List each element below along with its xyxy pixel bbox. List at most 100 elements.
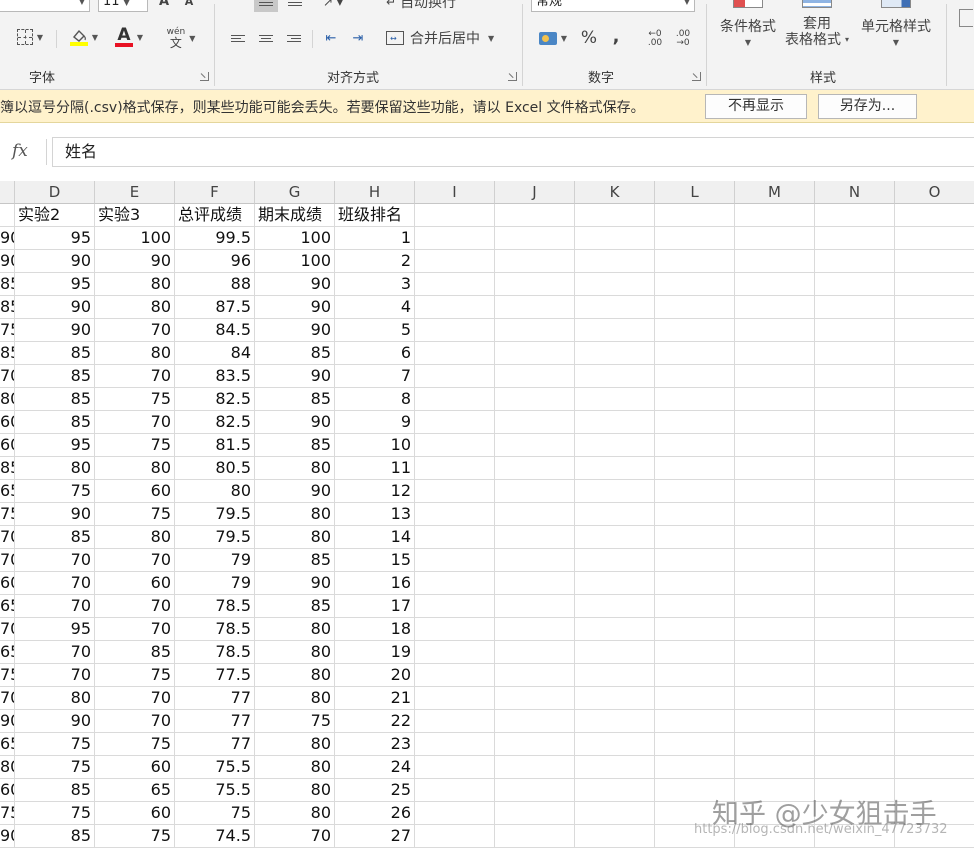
table-cell[interactable] — [655, 641, 735, 664]
table-cell[interactable]: 80 — [255, 687, 335, 710]
table-cell[interactable] — [815, 434, 895, 457]
table-cell[interactable] — [575, 227, 655, 250]
table-cell[interactable]: 75 — [15, 756, 95, 779]
table-cell[interactable] — [815, 480, 895, 503]
table-cell[interactable] — [495, 825, 575, 848]
table-cell[interactable] — [735, 434, 815, 457]
table-cell[interactable]: 90 — [255, 319, 335, 342]
table-cell[interactable]: 90 — [255, 411, 335, 434]
decrease-indent-button[interactable]: ⇤ — [320, 28, 342, 48]
table-cell[interactable] — [735, 480, 815, 503]
alignment-dialog-launcher-icon[interactable] — [508, 72, 517, 81]
table-cell[interactable]: 3 — [335, 273, 415, 296]
table-cell[interactable] — [895, 480, 974, 503]
table-cell[interactable] — [655, 434, 735, 457]
table-cell[interactable] — [895, 319, 974, 342]
table-cell[interactable]: 19 — [335, 641, 415, 664]
table-cell[interactable]: 80 — [95, 342, 175, 365]
header-cell[interactable]: 总评成绩 — [175, 204, 255, 227]
table-cell[interactable]: 77.5 — [175, 664, 255, 687]
table-cell[interactable]: 79 — [175, 549, 255, 572]
cell-partial[interactable] — [0, 204, 15, 227]
table-cell[interactable]: 85 — [255, 595, 335, 618]
table-cell[interactable]: 78.5 — [175, 595, 255, 618]
table-cell[interactable] — [495, 549, 575, 572]
table-cell[interactable]: 90 — [15, 296, 95, 319]
table-cell[interactable]: 7 — [335, 365, 415, 388]
cell-partial[interactable]: 90 — [0, 227, 15, 250]
table-cell[interactable]: 90 — [15, 710, 95, 733]
table-cell[interactable] — [895, 756, 974, 779]
table-cell[interactable] — [495, 595, 575, 618]
table-cell[interactable] — [495, 388, 575, 411]
cell-partial[interactable]: 85 — [0, 342, 15, 365]
table-cell[interactable] — [655, 457, 735, 480]
font-shrink-button[interactable]: A — [181, 0, 197, 8]
table-cell[interactable] — [575, 825, 655, 848]
table-cell[interactable]: 70 — [95, 710, 175, 733]
header-cell[interactable] — [575, 204, 655, 227]
table-cell[interactable]: 75 — [95, 664, 175, 687]
table-cell[interactable]: 85 — [255, 549, 335, 572]
table-cell[interactable] — [415, 480, 495, 503]
table-cell[interactable]: 80 — [255, 526, 335, 549]
table-cell[interactable] — [735, 296, 815, 319]
accounting-format-button[interactable]: ▼ — [534, 28, 572, 48]
table-cell[interactable] — [495, 664, 575, 687]
table-cell[interactable]: 85 — [15, 388, 95, 411]
cell-partial[interactable]: 65 — [0, 480, 15, 503]
table-cell[interactable] — [415, 595, 495, 618]
table-cell[interactable] — [415, 227, 495, 250]
table-cell[interactable] — [815, 365, 895, 388]
column-header-h[interactable]: H — [335, 181, 415, 204]
table-cell[interactable] — [495, 618, 575, 641]
table-cell[interactable] — [895, 641, 974, 664]
table-cell[interactable]: 95 — [15, 434, 95, 457]
table-cell[interactable] — [895, 733, 974, 756]
cell-styles-button[interactable]: 单元格样式 ▼ — [854, 0, 938, 58]
table-cell[interactable] — [655, 365, 735, 388]
table-cell[interactable]: 80 — [255, 802, 335, 825]
table-cell[interactable]: 80 — [255, 618, 335, 641]
dont-show-again-button[interactable]: 不再显示 — [705, 94, 807, 119]
table-cell[interactable] — [815, 664, 895, 687]
table-cell[interactable] — [895, 273, 974, 296]
table-cell[interactable] — [495, 227, 575, 250]
table-cell[interactable]: 21 — [335, 687, 415, 710]
column-header-k[interactable]: K — [575, 181, 655, 204]
table-cell[interactable] — [575, 342, 655, 365]
table-cell[interactable] — [415, 342, 495, 365]
table-cell[interactable] — [895, 526, 974, 549]
percent-style-button[interactable]: % — [578, 28, 600, 48]
table-cell[interactable] — [495, 273, 575, 296]
table-cell[interactable]: 84 — [175, 342, 255, 365]
table-cell[interactable] — [815, 641, 895, 664]
table-cell[interactable]: 20 — [335, 664, 415, 687]
table-cell[interactable]: 23 — [335, 733, 415, 756]
table-cell[interactable]: 75 — [175, 802, 255, 825]
table-cell[interactable] — [415, 641, 495, 664]
table-cell[interactable]: 70 — [95, 411, 175, 434]
increase-decimal-button[interactable]: ←0.00 — [643, 28, 667, 50]
align-middle-button[interactable] — [254, 0, 278, 12]
table-cell[interactable]: 60 — [95, 756, 175, 779]
table-cell[interactable] — [575, 388, 655, 411]
table-cell[interactable] — [895, 710, 974, 733]
table-cell[interactable] — [415, 572, 495, 595]
cell-partial[interactable]: 70 — [0, 526, 15, 549]
header-cell[interactable] — [815, 204, 895, 227]
header-cell[interactable] — [415, 204, 495, 227]
table-cell[interactable]: 95 — [15, 227, 95, 250]
table-cell[interactable]: 74.5 — [175, 825, 255, 848]
table-cell[interactable]: 85 — [15, 779, 95, 802]
table-cell[interactable] — [895, 595, 974, 618]
table-cell[interactable]: 80 — [255, 641, 335, 664]
orientation-button[interactable]: ↗ ▾ — [318, 0, 348, 10]
table-cell[interactable] — [815, 756, 895, 779]
merge-center-button[interactable]: ↔ 合并后居中 ▼ — [386, 26, 510, 50]
table-cell[interactable]: 85 — [15, 411, 95, 434]
table-cell[interactable]: 65 — [95, 779, 175, 802]
table-cell[interactable] — [735, 342, 815, 365]
table-cell[interactable] — [655, 526, 735, 549]
table-cell[interactable] — [575, 319, 655, 342]
